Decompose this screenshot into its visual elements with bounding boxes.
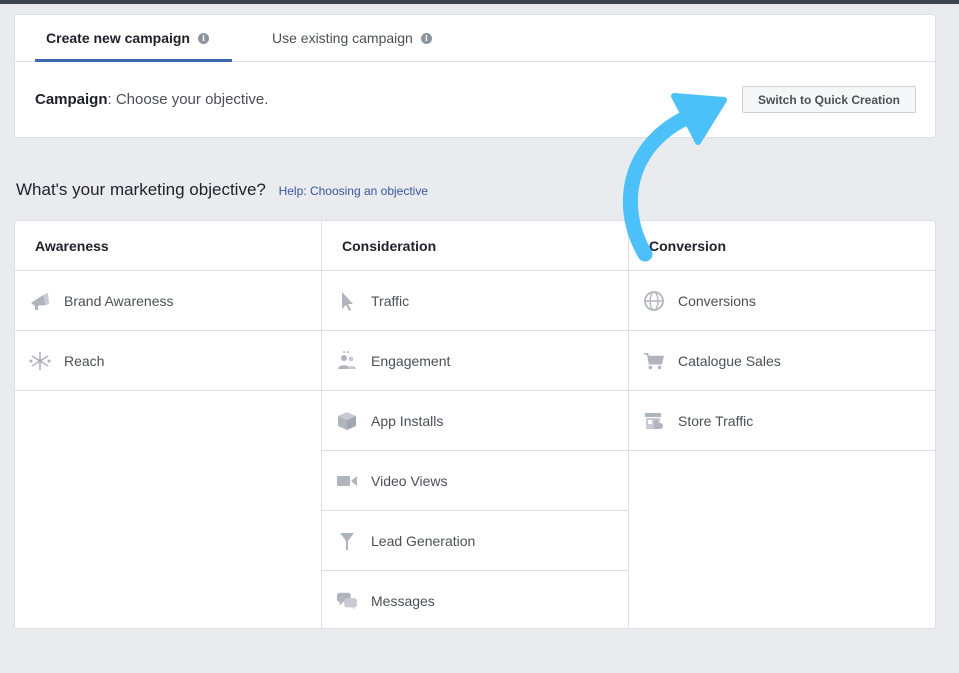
chat-bubbles-icon [336,590,358,612]
objective-label: Conversions [678,292,756,309]
objective-messages[interactable]: Messages [322,571,628,631]
tab-label: Use existing campaign [272,30,413,46]
objective-brand-awareness[interactable]: Brand Awareness [15,271,321,331]
objective-label: Brand Awareness [64,292,174,309]
reach-icon [29,350,51,372]
objective-label: Engagement [371,352,451,369]
objective-label: Traffic [371,292,410,309]
column-heading: Consideration [322,221,628,271]
objective-label: Catalogue Sales [678,352,781,369]
switch-to-quick-creation-button[interactable]: Switch to Quick Creation [742,86,916,113]
column-heading: Awareness [15,221,321,271]
objective-conversions[interactable]: Conversions [629,271,935,331]
objective-traffic[interactable]: Traffic [322,271,628,331]
campaign-objective-text: Campaign: Choose your objective. [35,91,268,108]
conversion-column: Conversion Conversions Catalogue Sales S… [629,221,935,628]
video-camera-icon [336,470,358,492]
objective-label: Video Views [371,472,448,489]
question-text: What's your marketing objective? [16,180,266,199]
box-icon [336,410,358,432]
campaign-card: Create new campaign i Use existing campa… [14,14,936,138]
objective-store-traffic[interactable]: Store Traffic [629,391,935,451]
help-choosing-objective-link[interactable]: Help: Choosing an objective [279,184,428,198]
funnel-icon [336,530,358,552]
objective-video-views[interactable]: Video Views [322,451,628,511]
objective-catalogue-sales[interactable]: Catalogue Sales [629,331,935,391]
shopping-cart-icon [643,350,665,372]
curved-arrow-annotation [622,93,727,262]
marketing-objective-question: What's your marketing objective? Help: C… [16,180,428,200]
objective-label: App Installs [371,412,444,429]
people-icon [336,350,358,372]
objectives-table: Awareness Brand Awareness Reach Consider… [14,220,936,629]
campaign-instruction: : Choose your objective. [107,91,269,108]
tab-create-new-campaign[interactable]: Create new campaign i [35,15,232,62]
top-bar [0,0,959,4]
objective-engagement[interactable]: Engagement [322,331,628,391]
tab-use-existing-campaign[interactable]: Use existing campaign i [272,15,432,61]
tab-label: Create new campaign [46,30,190,46]
campaign-label: Campaign [35,91,108,108]
objective-label: Store Traffic [678,412,754,429]
objective-label: Messages [371,593,435,609]
awareness-column: Awareness Brand Awareness Reach [15,221,322,628]
info-icon[interactable]: i [197,32,209,44]
objective-label: Lead Generation [371,532,476,549]
cursor-icon [336,290,358,312]
campaign-tabs: Create new campaign i Use existing campa… [15,15,935,62]
consideration-column: Consideration Traffic Engagement App Ins… [322,221,629,628]
objective-lead-generation[interactable]: Lead Generation [322,511,628,571]
objective-reach[interactable]: Reach [15,331,321,391]
megaphone-icon [29,290,51,312]
globe-icon [643,290,665,312]
store-icon [643,410,665,432]
objective-label: Reach [64,352,105,369]
objective-app-installs[interactable]: App Installs [322,391,628,451]
info-icon[interactable]: i [420,32,432,44]
